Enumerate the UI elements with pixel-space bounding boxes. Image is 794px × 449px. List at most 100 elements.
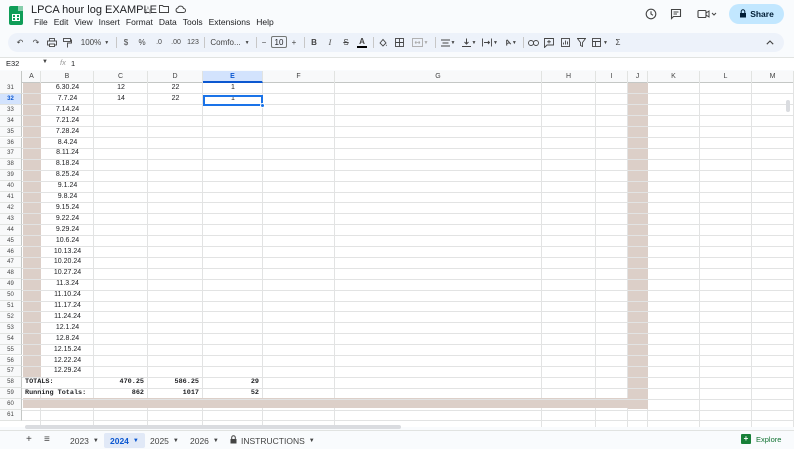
column-header-i[interactable]: I: [596, 71, 628, 83]
row-header[interactable]: 41: [0, 192, 22, 203]
chevron-down-icon[interactable]: ▼: [133, 438, 139, 444]
font-family-select[interactable]: Comfo... ▼: [208, 35, 252, 50]
zoom-select[interactable]: 100% ▼: [78, 35, 112, 50]
row-header[interactable]: 36: [0, 137, 22, 149]
column-header-a[interactable]: A: [23, 71, 41, 83]
row-header[interactable]: 56: [0, 355, 22, 367]
print-icon[interactable]: [46, 35, 58, 50]
star-icon[interactable]: ☆: [143, 4, 153, 17]
column-header-m[interactable]: M: [752, 71, 794, 83]
horizontal-align-icon[interactable]: ▼: [439, 35, 457, 50]
row-header[interactable]: 59: [0, 388, 22, 400]
decrease-font-size-button[interactable]: −: [259, 35, 269, 50]
row-header[interactable]: 33: [0, 104, 22, 116]
column-header-c[interactable]: C: [94, 71, 148, 83]
menu-help[interactable]: Help: [253, 17, 276, 27]
spreadsheet-grid[interactable]: ABCDEFGHIJKLM 31 6.30.24 12 22 1 32 7.7.24 14 22…: [0, 71, 794, 427]
paint-format-icon[interactable]: [61, 35, 73, 50]
chevron-down-icon[interactable]: ▼: [93, 438, 99, 444]
cell-d[interactable]: 1017: [148, 388, 203, 399]
date-cell[interactable]: 12.29.24: [41, 366, 94, 377]
row-header[interactable]: 52: [0, 311, 22, 323]
row-header[interactable]: 38: [0, 159, 22, 171]
date-cell[interactable]: 8.4.24: [41, 138, 94, 149]
number-format-button[interactable]: 123: [186, 35, 200, 50]
cell-e[interactable]: 52: [203, 388, 263, 399]
row-header[interactable]: 39: [0, 170, 22, 182]
fill-handle[interactable]: [260, 103, 265, 108]
date-cell[interactable]: 12.1.24: [41, 323, 94, 334]
column-header-b[interactable]: B: [41, 71, 94, 83]
collapse-toolbar-icon[interactable]: [764, 35, 776, 50]
date-cell[interactable]: 9.8.24: [41, 192, 94, 203]
document-title[interactable]: LPCA hour log EXAMPLE: [31, 4, 157, 16]
date-cell[interactable]: 8.25.24: [41, 170, 94, 181]
date-cell[interactable]: 9.22.24: [41, 214, 94, 225]
sheet-tab-2025[interactable]: 2025 ▼: [144, 433, 185, 448]
date-cell[interactable]: 11.3.24: [41, 279, 94, 290]
borders-icon[interactable]: [393, 35, 405, 50]
date-cell[interactable]: 8.11.24: [41, 148, 94, 159]
sheet-tab-instructions[interactable]: INSTRUCTIONS ▼: [224, 433, 321, 448]
row-header[interactable]: 60: [0, 399, 22, 410]
date-cell[interactable]: 6.30.24: [41, 83, 94, 94]
percent-format-button[interactable]: %: [137, 35, 147, 50]
date-cell[interactable]: 11.17.24: [41, 301, 94, 312]
insert-comment-icon[interactable]: [543, 35, 555, 50]
cell-e[interactable]: 29: [203, 377, 263, 388]
row-header[interactable]: 42: [0, 202, 22, 214]
cloud-status-icon[interactable]: [175, 4, 186, 16]
row-header[interactable]: 55: [0, 344, 22, 356]
insert-chart-icon[interactable]: [559, 35, 571, 50]
fill-color-icon[interactable]: [377, 35, 389, 50]
row-header[interactable]: 43: [0, 213, 22, 225]
cell-c[interactable]: 470.25: [94, 377, 148, 388]
bold-icon[interactable]: B: [308, 35, 320, 50]
row-header[interactable]: 37: [0, 148, 22, 160]
date-cell[interactable]: 9.29.24: [41, 225, 94, 236]
date-cell[interactable]: 10.6.24: [41, 236, 94, 247]
cell-d[interactable]: 22: [148, 83, 203, 94]
currency-format-button[interactable]: $: [121, 35, 131, 50]
column-header-l[interactable]: L: [700, 71, 752, 83]
cell-e[interactable]: 1: [203, 83, 263, 94]
menu-data[interactable]: Data: [156, 17, 180, 27]
filter-views-icon[interactable]: ▼: [591, 35, 609, 50]
column-header-g[interactable]: G: [335, 71, 542, 83]
column-header-j[interactable]: J: [628, 71, 648, 83]
cell-d[interactable]: 22: [148, 94, 203, 105]
vertical-scrollbar[interactable]: [786, 100, 790, 112]
row-header[interactable]: 44: [0, 224, 22, 236]
strikethrough-icon[interactable]: S: [340, 35, 352, 50]
active-cell-selection[interactable]: [203, 94, 263, 106]
row-header[interactable]: 57: [0, 366, 22, 378]
chevron-down-icon[interactable]: ▼: [173, 438, 179, 444]
date-cell[interactable]: 12.15.24: [41, 345, 94, 356]
date-cell[interactable]: 12.8.24: [41, 334, 94, 345]
meet-video-icon[interactable]: [696, 8, 718, 22]
row-header[interactable]: 47: [0, 257, 22, 269]
cell-c[interactable]: 12: [94, 83, 148, 94]
row-header[interactable]: 34: [0, 115, 22, 127]
date-cell[interactable]: 9.1.24: [41, 181, 94, 192]
version-history-icon[interactable]: [643, 8, 659, 22]
font-size-input[interactable]: 10: [271, 36, 287, 48]
sheet-tab-2023[interactable]: 2023 ▼: [64, 433, 105, 448]
add-sheet-icon[interactable]: +: [26, 434, 32, 445]
date-cell[interactable]: 7.14.24: [41, 105, 94, 116]
row-header[interactable]: 31: [0, 83, 22, 94]
date-cell[interactable]: 10.27.24: [41, 268, 94, 279]
name-box[interactable]: E32: [6, 59, 19, 68]
date-cell[interactable]: 11.10.24: [41, 290, 94, 301]
formula-input[interactable]: 1: [71, 59, 75, 68]
row-header[interactable]: 35: [0, 126, 22, 138]
italic-icon[interactable]: I: [324, 35, 336, 50]
date-cell[interactable]: 8.18.24: [41, 159, 94, 170]
undo-icon[interactable]: ↶: [14, 35, 26, 50]
row-header[interactable]: 50: [0, 290, 22, 301]
functions-icon[interactable]: Σ: [612, 35, 624, 50]
merge-cells-icon[interactable]: ▼: [409, 35, 431, 50]
menu-view[interactable]: View: [71, 17, 95, 27]
row-header[interactable]: 49: [0, 279, 22, 291]
row-header[interactable]: 53: [0, 322, 22, 334]
